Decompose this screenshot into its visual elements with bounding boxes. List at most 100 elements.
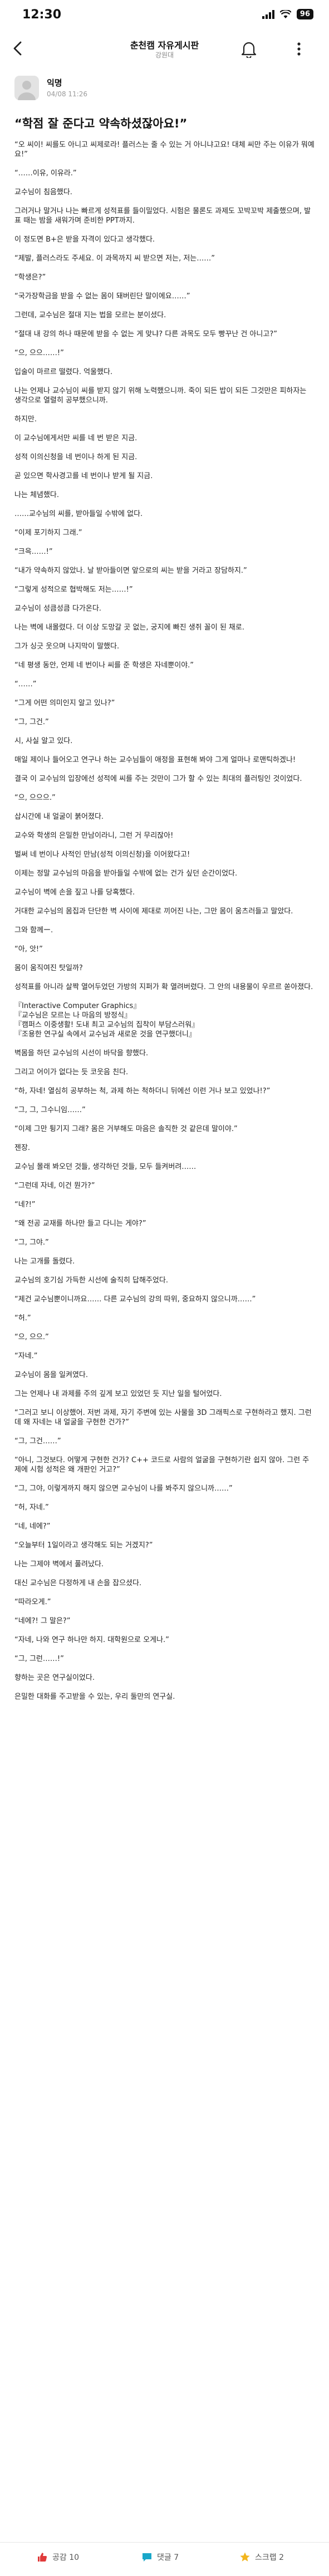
- body-paragraph: 삽시간에 내 얼굴이 붉어졌다.: [14, 813, 104, 821]
- body-paragraph: 나는 벽에 내몰렸다. 더 이상 도망갈 곳 없는, 궁지에 빠진 생쥐 꼴이 …: [14, 623, 244, 632]
- body-paragraph: “으, 으으.”: [14, 1333, 49, 1341]
- body-paragraph: “허.”: [14, 1314, 31, 1323]
- body-paragraph: “자네.”: [14, 1352, 38, 1360]
- body-paragraph: 성적 이의신청을 네 번이나 하게 된 지금.: [14, 453, 138, 461]
- body-paragraph: “……이유, 이유라.”: [14, 169, 77, 178]
- body-paragraph: 몸이 움직여진 탓일까?: [14, 964, 83, 972]
- body-paragraph: 그와 함께ー.: [14, 926, 53, 935]
- body-paragraph: “왜 전공 교재를 하나만 들고 다니는 게야?”: [14, 1220, 146, 1228]
- body-paragraph: 매일 제이나 들어오고 연구나 하는 교수님들이 애정을 표현해 봐야 그게 얼…: [14, 756, 296, 764]
- body-paragraph: 벌써 네 번이나 사적인 만남(성적 이의신청)을 이어왔다고!: [14, 851, 190, 859]
- body-paragraph: 입술이 마르르 떨렸다. 억울했다.: [14, 368, 113, 376]
- status-icons: 96: [262, 9, 313, 19]
- body-paragraph: 이 교수님에게서만 씨를 네 번 받은 지금.: [14, 434, 138, 443]
- more-options-icon[interactable]: [291, 40, 307, 58]
- body-paragraph: “오늘부터 1일이라고 생각해도 되는 거겠지?”: [14, 1541, 153, 1550]
- body-paragraph: 『조용한 연구실 속에서 교수님과 새로운 것을 연구했더니』: [14, 1030, 196, 1039]
- comment-icon: [143, 2553, 151, 2562]
- body-paragraph: 교수님이 성큼성큼 다가온다.: [14, 604, 101, 613]
- body-paragraph: “네 평생 동안, 언제 네 번이나 씨를 준 학생은 자네뿐이야.”: [14, 661, 194, 670]
- body-paragraph: 나는 체념했다.: [14, 491, 60, 499]
- body-paragraph: 이제는 정말 교수님의 마음을 받아들일 수밖에 없는 건가 싶던 순간이었다.: [14, 869, 238, 878]
- body-paragraph: 대신 교수님은 다정하게 내 손을 잡으셨다.: [14, 1579, 142, 1587]
- body-paragraph: 『Interactive Computer Graphics』: [14, 1002, 141, 1010]
- body-paragraph: 그러거나 말거나 나는 빠르게 성적표를 들이밀었다. 시험은 물론도 과제도 …: [14, 207, 311, 225]
- body-paragraph: 거대한 교수님의 몸집과 단단한 벽 사이에 제대로 끼어진 나는, 그만 몸이…: [14, 907, 293, 916]
- board-title: 춘천캠 자유게시판: [130, 40, 199, 51]
- body-paragraph: 이 정도면 B+은 받을 자격이 있다고 생각했다.: [14, 235, 155, 244]
- body-paragraph: “따라오게.”: [14, 1598, 51, 1606]
- signal-icon: [262, 9, 274, 19]
- bell-icon[interactable]: [240, 40, 257, 58]
- scrap-button[interactable]: 스크랩 2: [239, 2552, 284, 2563]
- post-title: “학점 잘 준다고 약속하셨잖아요!”: [14, 117, 188, 130]
- body-paragraph: “크윽……!”: [14, 548, 53, 556]
- battery-icon: 96: [296, 9, 313, 19]
- body-paragraph: 그리고 어이가 없다는 듯 코웃음 친다.: [14, 1068, 129, 1076]
- body-paragraph: “학생은?”: [14, 273, 46, 282]
- body-paragraph: 젠장.: [14, 1144, 31, 1152]
- body-paragraph: “그, 그야.”: [14, 1238, 49, 1247]
- body-paragraph: 시, 사실 알고 있다.: [14, 737, 73, 745]
- body-paragraph: “아, 앗!”: [14, 945, 43, 953]
- body-paragraph: “절대 내 강의 하나 때문에 받을 수 없는 게 맞냐? 다른 과목도 모두 …: [14, 330, 277, 338]
- avatar: [14, 76, 39, 100]
- body-paragraph: 교수와 학생의 은밀한 만남이라니, 그런 거 무리잖아!: [14, 832, 174, 840]
- star-icon: [240, 2552, 250, 2562]
- wifi-icon: [279, 9, 291, 18]
- body-paragraph: 향하는 곳은 연구실이었다.: [14, 1674, 95, 1682]
- post-body: “오 씨이! 씨를도 아니고 씨제로라! 플러스는 줄 수 있는 거 아니냐고요…: [14, 140, 315, 1702]
- comment-button[interactable]: 댓글 7: [141, 2552, 179, 2563]
- body-paragraph: 나는 고개를 돌렸다.: [14, 1257, 75, 1266]
- body-paragraph: “제건 교수님뿐이니까요…… 다른 교수님의 강의 따위, 중요하지 않으니까……: [14, 1295, 256, 1304]
- body-paragraph: “오 씨이! 씨를도 아니고 씨제로라! 플러스는 줄 수 있는 거 아니냐고요…: [14, 141, 315, 159]
- body-paragraph: “국가장학금을 받을 수 없는 몸이 돼버린단 말이에요……”: [14, 292, 190, 301]
- body-paragraph: “그렇게 성적으로 협박해도 저는……!”: [14, 586, 133, 594]
- post-date: 04/08 11:26: [47, 90, 87, 98]
- body-paragraph: 그는 언제나 내 과제를 주의 깊게 보고 있었던 듯 지난 일을 털어었다.: [14, 1390, 222, 1398]
- body-paragraph: 교수님이 몸을 일켜였다.: [14, 1371, 88, 1379]
- body-paragraph: “으, 으으……!”: [14, 349, 64, 357]
- body-paragraph: “이제 포기하지 그래.”: [14, 529, 82, 537]
- body-paragraph: “그, 그건.”: [14, 718, 49, 726]
- body-paragraph: “이제 그만 튕기지 그래? 몸은 거부해도 마음은 솔직한 것 같은데 말이야…: [14, 1125, 238, 1133]
- like-button[interactable]: 공감 10: [37, 2552, 79, 2563]
